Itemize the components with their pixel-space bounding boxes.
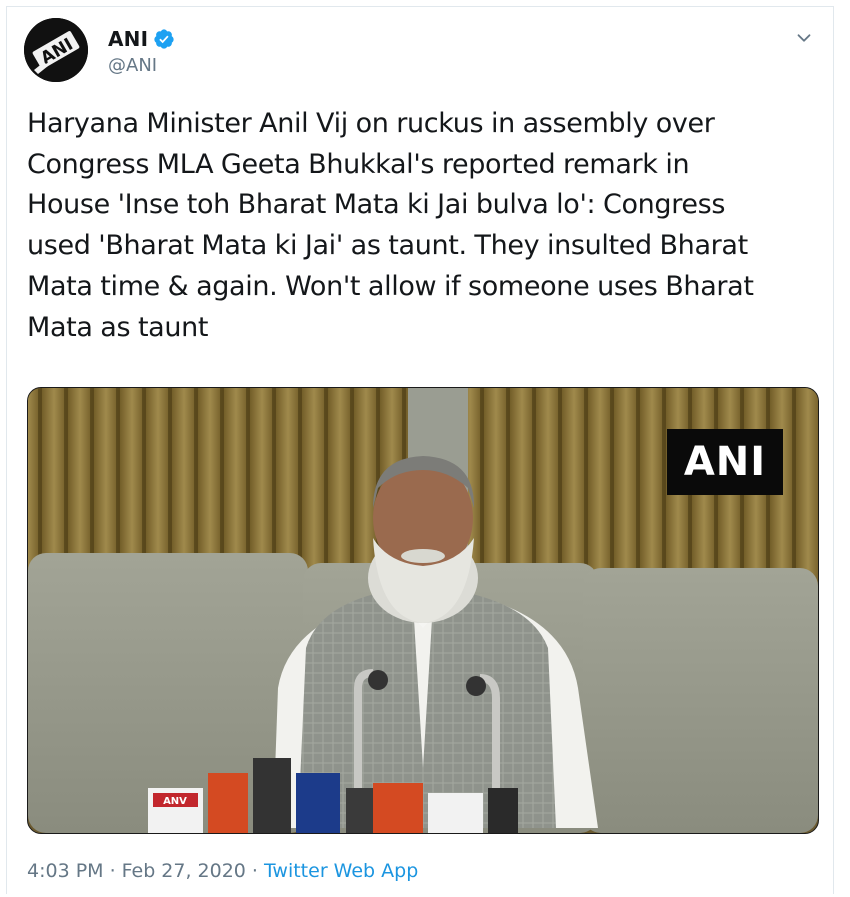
- ani-watermark: ANI: [667, 429, 783, 495]
- author-handle[interactable]: @ANI: [108, 55, 157, 76]
- author-name-row: ANI: [108, 27, 175, 51]
- chevron-down-icon[interactable]: [793, 27, 815, 49]
- ani-logo-icon: ANI: [24, 18, 88, 82]
- tweet-card: ANI ANI @ANI Haryana Minister Anil Vij o…: [6, 6, 834, 894]
- verified-badge-icon: [154, 29, 174, 49]
- tweet-meta: 4:03 PM · Feb 27, 2020 · Twitter Web App: [27, 860, 418, 882]
- tweet-date[interactable]: Feb 27, 2020: [122, 860, 246, 882]
- tweet-media-video[interactable]: ANV ANI: [27, 387, 819, 834]
- tweet-source-link[interactable]: Twitter Web App: [264, 860, 418, 882]
- tweet-text: Haryana Minister Anil Vij on ruckus in a…: [27, 108, 754, 343]
- meta-separator: ·: [109, 860, 116, 882]
- author-display-name[interactable]: ANI: [108, 27, 148, 51]
- author-avatar[interactable]: ANI: [24, 18, 88, 82]
- mic-label: ANV: [163, 796, 187, 807]
- meta-separator: ·: [251, 860, 258, 882]
- tweet-time[interactable]: 4:03 PM: [27, 860, 104, 882]
